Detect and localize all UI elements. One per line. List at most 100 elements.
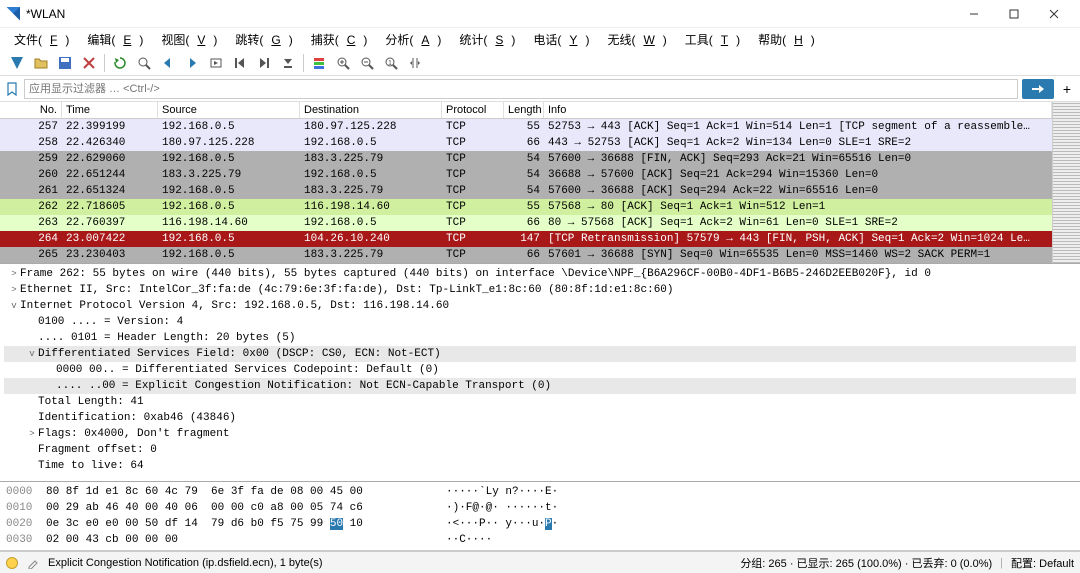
packet-row[interactable]: 26423.007422192.168.0.5104.26.10.240TCP1…: [0, 231, 1052, 247]
hex-row[interactable]: 003002 00 43 cb 00 00 00··C····: [6, 532, 1074, 548]
find-icon[interactable]: [133, 52, 155, 74]
menu-item[interactable]: 分析(A): [377, 29, 449, 50]
column-destination[interactable]: Destination: [300, 102, 442, 118]
column-source[interactable]: Source: [158, 102, 300, 118]
go-forward-icon[interactable]: [181, 52, 203, 74]
open-file-icon[interactable]: [30, 52, 52, 74]
menu-item[interactable]: 编辑(E): [79, 29, 151, 50]
detail-row[interactable]: > Flags: 0x4000, Don't fragment: [4, 426, 1076, 442]
tree-toggle-icon[interactable]: >: [8, 269, 20, 279]
detail-row[interactable]: > Ethernet II, Src: IntelCor_3f:fa:de (4…: [4, 282, 1076, 298]
detail-text: Internet Protocol Version 4, Src: 192.16…: [20, 300, 449, 312]
tree-toggle-icon[interactable]: [44, 381, 56, 391]
column-protocol[interactable]: Protocol: [442, 102, 504, 118]
display-filter-input[interactable]: [24, 79, 1018, 99]
reload-icon[interactable]: [109, 52, 131, 74]
hex-row[interactable]: 00200e 3c e0 e0 00 50 df 14 79 d6 b0 f5 …: [6, 516, 1074, 532]
menu-item[interactable]: 工具(T): [677, 29, 748, 50]
go-last-icon[interactable]: [253, 52, 275, 74]
interface-list-icon[interactable]: [6, 52, 28, 74]
detail-row[interactable]: v Internet Protocol Version 4, Src: 192.…: [4, 298, 1076, 314]
hex-ascii[interactable]: ·····`Ly n?····E·: [446, 484, 1074, 500]
menu-item[interactable]: 捕获(C): [303, 29, 376, 50]
menu-item[interactable]: 统计(S): [451, 29, 523, 50]
hex-ascii[interactable]: ·)·F@·@· ······t·: [446, 500, 1074, 516]
hex-bytes[interactable]: 0e 3c e0 e0 00 50 df 14 79 d6 b0 f5 75 9…: [46, 516, 446, 532]
detail-row[interactable]: 0000 00.. = Differentiated Services Code…: [4, 362, 1076, 378]
menu-item[interactable]: 帮助(H): [750, 29, 823, 50]
zoom-in-icon[interactable]: [332, 52, 354, 74]
status-bar: Explicit Congestion Notification (ip.dsf…: [0, 551, 1080, 573]
save-file-icon[interactable]: [54, 52, 76, 74]
tree-toggle-icon[interactable]: v: [26, 349, 38, 359]
detail-text: .... 0101 = Header Length: 20 bytes (5): [38, 332, 295, 344]
column-time[interactable]: Time: [62, 102, 158, 118]
menu-item[interactable]: 视图(V): [153, 29, 225, 50]
packet-row[interactable]: 25922.629060192.168.0.5183.3.225.79TCP54…: [0, 151, 1052, 167]
packet-bytes-pane[interactable]: 000080 8f 1d e1 8c 60 4c 79 6e 3f fa de …: [0, 482, 1080, 551]
column-no[interactable]: No.: [0, 102, 62, 118]
edit-capture-comment-icon[interactable]: [26, 556, 40, 570]
detail-row[interactable]: Fragment offset: 0: [4, 442, 1076, 458]
tree-toggle-icon[interactable]: v: [8, 301, 20, 311]
zoom-out-icon[interactable]: [356, 52, 378, 74]
autoscroll-icon[interactable]: [277, 52, 299, 74]
status-profile[interactable]: 配置: Default: [1011, 555, 1074, 571]
titlebar: *WLAN: [0, 0, 1080, 28]
zoom-reset-icon[interactable]: 1: [380, 52, 402, 74]
menu-item[interactable]: 跳转(G): [227, 29, 300, 50]
hex-ascii[interactable]: ··C····: [446, 532, 1074, 548]
hex-ascii[interactable]: ·<···P·· y···u·P·: [446, 516, 1074, 532]
tree-toggle-icon[interactable]: [26, 397, 38, 407]
go-back-icon[interactable]: [157, 52, 179, 74]
hex-row[interactable]: 001000 29 ab 46 40 00 40 06 00 00 c0 a8 …: [6, 500, 1074, 516]
minimize-button[interactable]: [954, 0, 994, 28]
menu-item[interactable]: 电话(Y): [525, 29, 597, 50]
menu-item[interactable]: 文件(F): [6, 29, 77, 50]
packet-row[interactable]: 26222.718605192.168.0.5116.198.14.60TCP5…: [0, 199, 1052, 215]
packet-list-header: No. Time Source Destination Protocol Len…: [0, 102, 1052, 119]
packet-row[interactable]: 26523.230403192.168.0.5183.3.225.79TCP66…: [0, 247, 1052, 263]
packet-row[interactable]: 25722.399199192.168.0.5180.97.125.228TCP…: [0, 119, 1052, 135]
tree-toggle-icon[interactable]: [26, 333, 38, 343]
packet-row[interactable]: 26122.651324192.168.0.5183.3.225.79TCP54…: [0, 183, 1052, 199]
expert-info-icon[interactable]: [6, 557, 18, 569]
detail-row[interactable]: 0100 .... = Version: 4: [4, 314, 1076, 330]
go-to-packet-icon[interactable]: [205, 52, 227, 74]
tree-toggle-icon[interactable]: >: [8, 285, 20, 295]
detail-row[interactable]: Identification: 0xab46 (43846): [4, 410, 1076, 426]
hex-row[interactable]: 000080 8f 1d e1 8c 60 4c 79 6e 3f fa de …: [6, 484, 1074, 500]
tree-toggle-icon[interactable]: [26, 317, 38, 327]
resize-columns-icon[interactable]: [404, 52, 426, 74]
maximize-button[interactable]: [994, 0, 1034, 28]
colorize-icon[interactable]: [308, 52, 330, 74]
go-first-icon[interactable]: [229, 52, 251, 74]
add-filter-button[interactable]: +: [1058, 80, 1076, 98]
apply-filter-button[interactable]: [1022, 79, 1054, 99]
detail-row[interactable]: v Differentiated Services Field: 0x00 (D…: [4, 346, 1076, 362]
tree-toggle-icon[interactable]: [26, 445, 38, 455]
menu-item[interactable]: 无线(W): [599, 29, 674, 50]
tree-toggle-icon[interactable]: [26, 413, 38, 423]
packet-row[interactable]: 26022.651244183.3.225.79192.168.0.5TCP54…: [0, 167, 1052, 183]
close-button[interactable]: [1034, 0, 1074, 28]
column-length[interactable]: Length: [504, 102, 544, 118]
detail-row[interactable]: Time to live: 64: [4, 458, 1076, 474]
tree-toggle-icon[interactable]: [26, 461, 38, 471]
intelligent-scrollbar[interactable]: [1052, 102, 1080, 263]
detail-row[interactable]: > Frame 262: 55 bytes on wire (440 bits)…: [4, 266, 1076, 282]
packet-row[interactable]: 26322.760397116.198.14.60192.168.0.5TCP6…: [0, 215, 1052, 231]
bookmark-icon[interactable]: [4, 81, 20, 97]
tree-toggle-icon[interactable]: [44, 365, 56, 375]
detail-row[interactable]: .... 0101 = Header Length: 20 bytes (5): [4, 330, 1076, 346]
detail-row[interactable]: .... ..00 = Explicit Congestion Notifica…: [4, 378, 1076, 394]
column-info[interactable]: Info: [544, 102, 1052, 118]
close-file-icon[interactable]: [78, 52, 100, 74]
hex-bytes[interactable]: 00 29 ab 46 40 00 40 06 00 00 c0 a8 00 0…: [46, 500, 446, 516]
hex-bytes[interactable]: 80 8f 1d e1 8c 60 4c 79 6e 3f fa de 08 0…: [46, 484, 446, 500]
hex-bytes[interactable]: 02 00 43 cb 00 00 00: [46, 532, 446, 548]
packet-row[interactable]: 25822.426340180.97.125.228192.168.0.5TCP…: [0, 135, 1052, 151]
packet-details-pane[interactable]: > Frame 262: 55 bytes on wire (440 bits)…: [0, 264, 1080, 482]
detail-row[interactable]: Total Length: 41: [4, 394, 1076, 410]
tree-toggle-icon[interactable]: >: [26, 429, 38, 439]
